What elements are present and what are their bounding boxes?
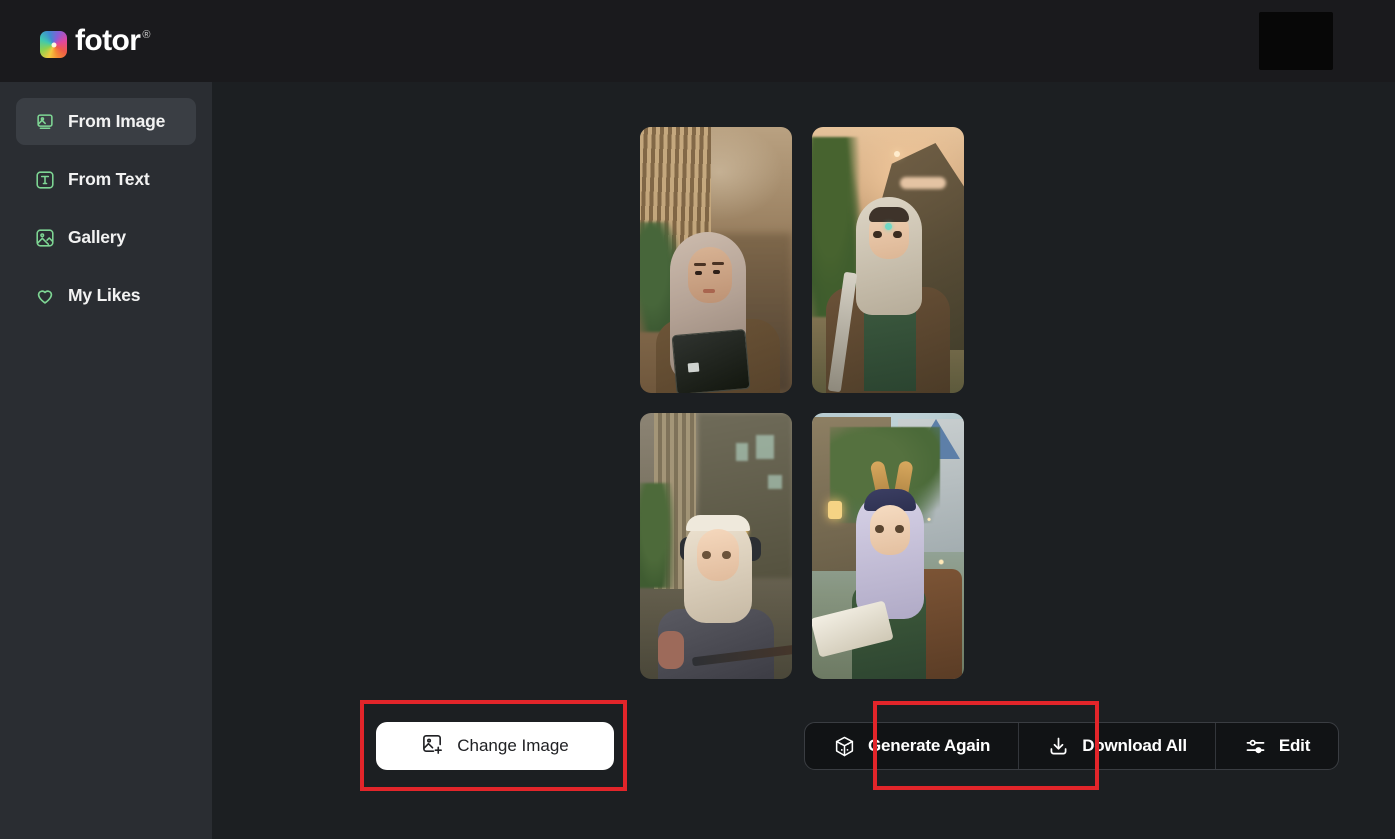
fotor-ai-image-generator-app: fotor ® From Image From Text Gallery My … [0,0,1395,839]
add-image-icon [421,732,444,760]
sidebar-item-gallery[interactable]: Gallery [16,214,196,261]
sidebar-item-label: From Text [68,169,150,189]
sliders-icon [1244,735,1267,758]
sidebar-item-label: My Likes [68,285,141,305]
generated-image-4[interactable] [812,413,964,679]
download-all-button[interactable]: Download All [1019,723,1215,769]
brand-name: fotor [75,24,141,57]
change-image-label: Change Image [457,736,569,755]
sidebar-item-from-text[interactable]: From Text [16,156,196,203]
generated-image-2[interactable] [812,127,964,393]
sidebar-item-from-image[interactable]: From Image [16,98,196,145]
image-artwork [640,413,792,679]
image-artwork [812,127,964,393]
brand-trademark: ® [142,29,151,41]
download-all-label: Download All [1082,736,1187,755]
heart-icon [34,285,56,307]
sidebar-item-my-likes[interactable]: My Likes [16,272,196,319]
image-artwork [812,413,964,679]
generate-again-button[interactable]: Generate Again [805,723,1018,769]
image-artwork [640,127,792,393]
brand-logo[interactable]: fotor ® [40,24,150,58]
dice-icon [833,735,856,758]
header-redacted-area [1259,12,1333,70]
download-icon [1047,735,1070,758]
from-text-icon [34,169,56,191]
edit-button[interactable]: Edit [1216,723,1338,769]
from-image-icon [34,111,56,133]
sidebar-item-label: Gallery [68,227,126,247]
sidebar-item-label: From Image [68,111,166,131]
sidebar: From Image From Text Gallery My Likes [0,82,212,839]
generated-image-1[interactable] [640,127,792,393]
gallery-icon [34,227,56,249]
generated-image-3[interactable] [640,413,792,679]
sidebar-nav: From Image From Text Gallery My Likes [0,82,212,319]
change-image-button[interactable]: Change Image [376,722,614,770]
generate-actions-group: Generate Again Download All Edit [804,722,1340,770]
main-content: Change Image Generate Again Download All… [212,82,1395,839]
app-header: fotor ® [0,0,1395,82]
generate-again-label: Generate Again [868,736,991,755]
fotor-logo-icon [40,31,67,58]
edit-label: Edit [1278,736,1311,755]
generated-images-grid [640,127,964,679]
